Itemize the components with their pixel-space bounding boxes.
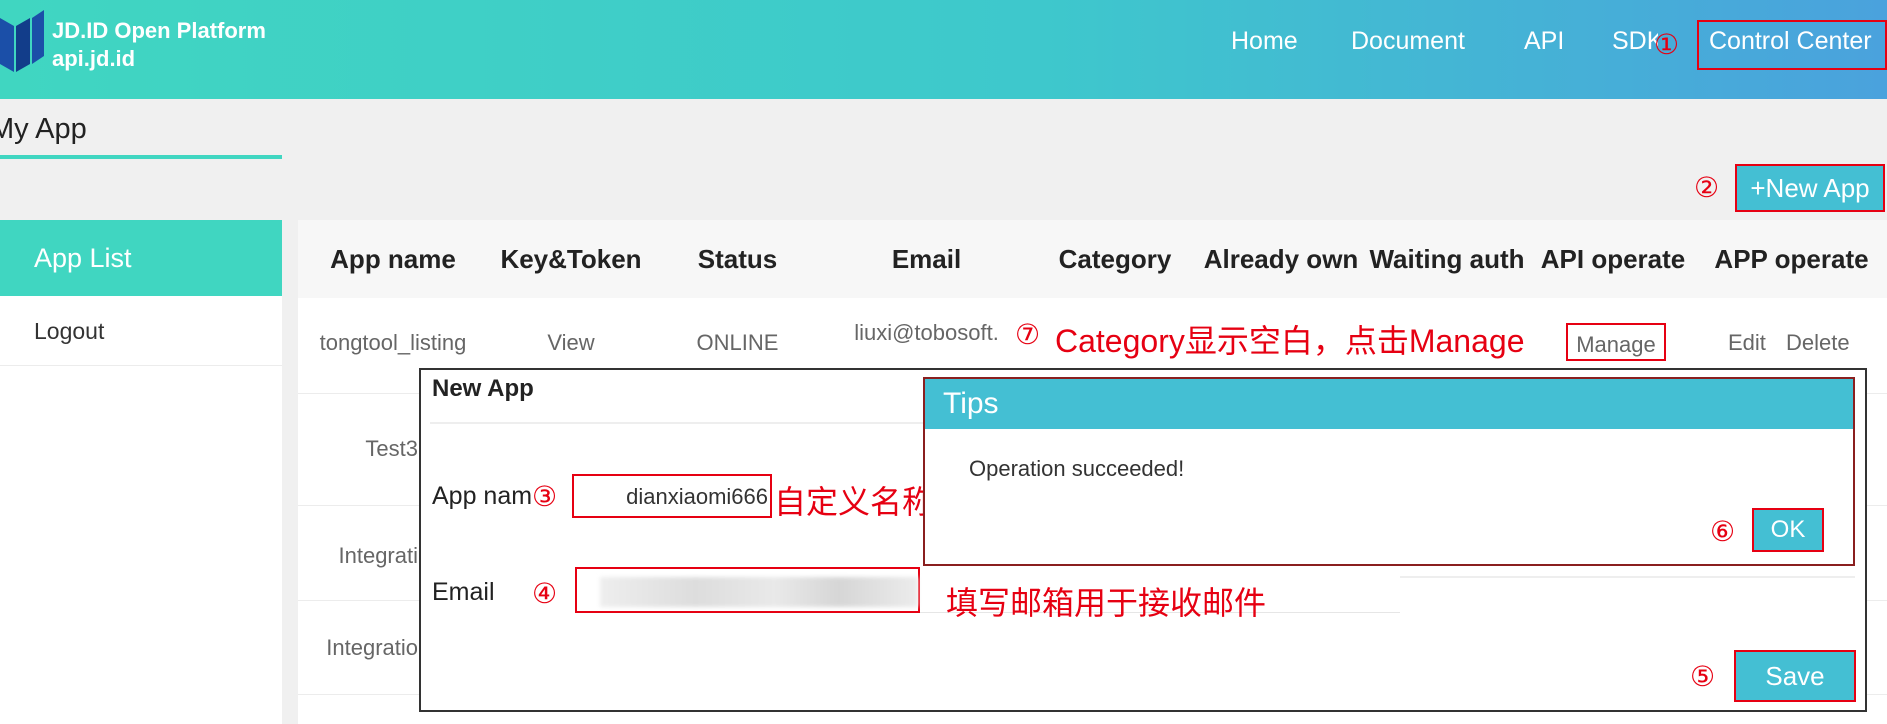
- new-app-button[interactable]: +New App: [1735, 164, 1885, 212]
- annotation-marker-3: ③: [532, 481, 558, 512]
- column-header-api-operate: API operate: [1530, 220, 1697, 298]
- delete-link[interactable]: Delete: [1786, 330, 1850, 356]
- app-name-value: dianxiaomi666: [626, 484, 768, 509]
- sidebar-item-app-list[interactable]: App List: [0, 220, 282, 296]
- annotation-marker-2: ②: [1694, 172, 1720, 203]
- sidebar-item-logout[interactable]: Logout: [0, 296, 282, 366]
- nav-api[interactable]: API: [1524, 27, 1564, 56]
- column-header-key-token: Key&Token: [488, 220, 655, 298]
- email-label: Email: [432, 578, 495, 606]
- column-header-app-name: App name: [298, 220, 489, 298]
- cell-email: liuxi@tobosoft.: [854, 320, 999, 345]
- dialog-divider: [1400, 576, 1855, 578]
- annotation-marker-4: ④: [532, 578, 558, 609]
- logo-title[interactable]: JD.ID Open Platform api.jd.id: [52, 17, 266, 73]
- annotation-marker-7: ⑦: [1015, 319, 1041, 350]
- edit-link[interactable]: Edit: [1728, 330, 1766, 356]
- column-header-waiting-auth: Waiting auth: [1364, 220, 1531, 298]
- app-name-label: App nam: [432, 482, 533, 510]
- cell-status: ONLINE: [696, 330, 779, 355]
- annotation-note-email: 填写邮箱用于接收邮件: [946, 585, 1267, 621]
- annotation-note-category: Category显示空白，点击Manage: [1055, 323, 1525, 359]
- cell-app-name: Integratio: [326, 635, 418, 660]
- view-link[interactable]: View: [488, 330, 654, 356]
- column-header-already-own: Already own: [1198, 220, 1365, 298]
- nav-control-center[interactable]: Control Center: [1709, 27, 1872, 56]
- page-title-underline: [0, 155, 282, 159]
- email-value-blurred: [600, 577, 918, 607]
- cell-app-name: Test3: [365, 436, 418, 461]
- logo-line2: api.jd.id: [52, 46, 136, 71]
- save-button[interactable]: Save: [1734, 650, 1856, 702]
- ok-button[interactable]: OK: [1752, 508, 1824, 552]
- annotation-marker-1: ①: [1654, 29, 1680, 60]
- annotation-marker-6: ⑥: [1710, 516, 1736, 547]
- nav-document[interactable]: Document: [1351, 27, 1465, 56]
- logo-line1: JD.ID Open Platform: [52, 18, 266, 43]
- dialog-title: New App: [432, 375, 534, 402]
- column-header-email: Email: [821, 220, 1033, 298]
- logo-icon[interactable]: [0, 8, 44, 72]
- tips-message: Operation succeeded!: [969, 456, 1185, 481]
- cell-app-name: Integrati: [338, 543, 419, 568]
- nav-home[interactable]: Home: [1231, 27, 1298, 56]
- manage-link[interactable]: Manage: [1566, 332, 1666, 358]
- column-header-category: Category: [1032, 220, 1199, 298]
- tips-title: Tips: [925, 379, 1853, 429]
- nav-sdk[interactable]: SDK: [1612, 27, 1658, 56]
- column-header-app-operate: APP operate: [1696, 220, 1887, 298]
- cell-app-name: tongtool_listing: [319, 330, 467, 355]
- annotation-marker-5: ⑤: [1690, 661, 1716, 692]
- column-header-status: Status: [654, 220, 822, 298]
- annotation-note-name: 自定义名称: [774, 484, 935, 520]
- page-title: My App: [0, 113, 87, 145]
- dialog-divider: [430, 422, 940, 424]
- top-header: [0, 0, 1887, 99]
